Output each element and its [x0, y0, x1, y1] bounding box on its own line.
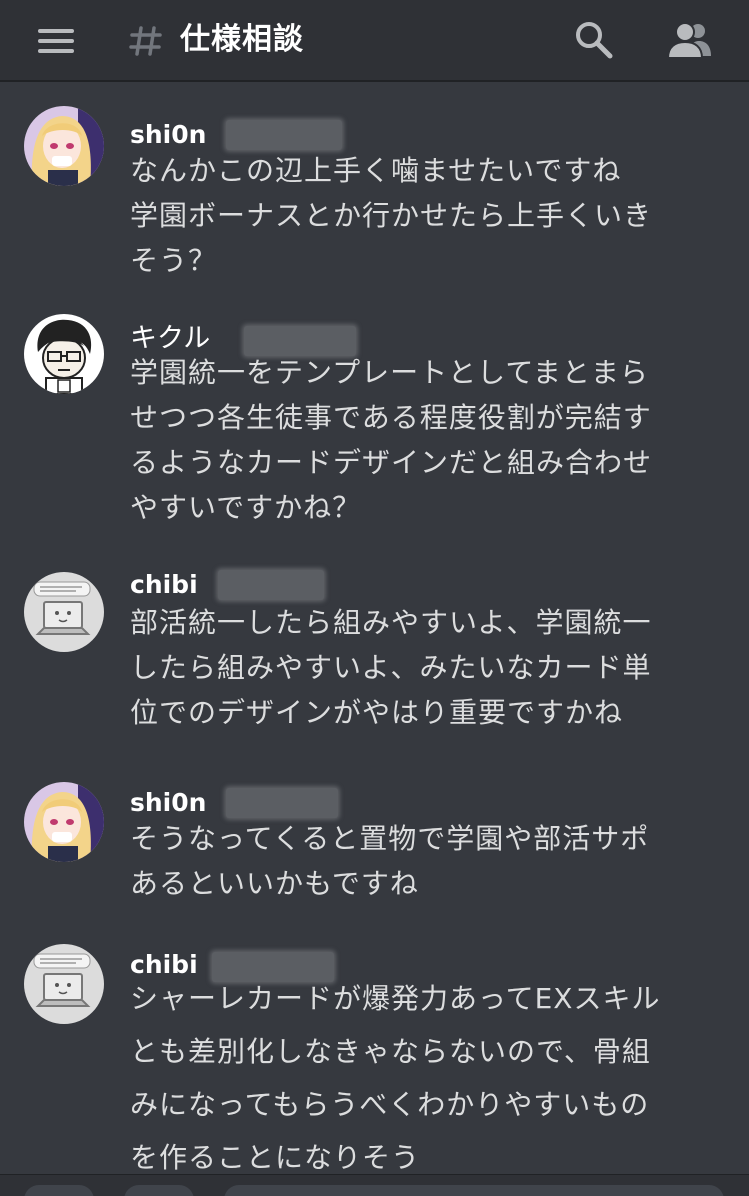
message-text: 学園統一をテンプレートとしてまとまら せつつ各生徒事である程度役割が完結す るよ…: [130, 350, 730, 530]
bottom-button[interactable]: [124, 1185, 194, 1196]
redacted-timestamp: [218, 570, 324, 600]
message-text: シャーレカードが爆発力あってEXスキル とも差別化しなきゃならないので、骨組 み…: [130, 972, 730, 1174]
message-line: を作ることになりそう: [130, 1141, 421, 1174]
message-list[interactable]: shi0n なんかこの辺上手く噛ませたいですね 学園ボーナスとか行かせたら上手く…: [0, 82, 749, 1174]
message-line: シャーレカードが爆発力あってEXスキル: [130, 982, 661, 1015]
message-line: 学園ボーナスとか行かせたら上手くいき: [130, 199, 653, 232]
hamburger-menu-icon[interactable]: [36, 26, 76, 56]
message-line: そう？: [130, 244, 218, 277]
message-username[interactable]: shi0n: [130, 786, 206, 820]
laptop-avatar[interactable]: [24, 944, 104, 1024]
channel-hash-icon: [129, 26, 162, 56]
message-line: とも差別化しなきゃならないので、骨組: [130, 1035, 651, 1068]
message-line: やすいですかね？: [130, 491, 362, 524]
channel-header: 仕様相談: [0, 0, 749, 82]
message-username[interactable]: chibi: [130, 568, 198, 602]
message-line: あるといいかもですね: [130, 867, 419, 900]
message-line: そうなってくると置物で学園や部活サポ: [130, 822, 650, 855]
anime-girl-avatar[interactable]: [24, 782, 104, 862]
message-line: 学園統一をテンプレートとしてまとまら: [130, 356, 649, 389]
message-line: せつつ各生徒事である程度役割が完結す: [130, 401, 652, 434]
message-text: なんかこの辺上手く噛ませたいですね 学園ボーナスとか行かせたら上手くいき そう？: [130, 148, 730, 283]
message-line: したら組みやすいよ、みたいなカード単: [130, 651, 652, 684]
bottom-button[interactable]: [24, 1185, 94, 1196]
members-icon[interactable]: [666, 20, 712, 60]
message-line: 部活統一したら組みやすいよ、学園統一: [130, 606, 652, 639]
message-line: なんかこの辺上手く噛ませたいですね: [130, 154, 622, 187]
message-line: るようなカードデザインだと組み合わせ: [130, 446, 653, 479]
redacted-timestamp: [226, 788, 338, 818]
laptop-avatar[interactable]: [24, 572, 104, 652]
message-line: 位でのデザインがやはり重要ですかね: [130, 696, 624, 729]
anime-girl-avatar[interactable]: [24, 106, 104, 186]
channel-title: 仕様相談: [180, 22, 304, 57]
chat-app: 仕様相談 shi0n なんかこの辺上手く噛ませたいですね 学園ボーナスとか行かせ…: [0, 0, 749, 1196]
cartoon-man-glasses-avatar[interactable]: [24, 314, 104, 394]
redacted-timestamp: [226, 120, 342, 150]
message-text: 部活統一したら組みやすいよ、学園統一 したら組みやすいよ、みたいなカード単 位で…: [130, 600, 730, 735]
message-username[interactable]: shi0n: [130, 118, 206, 152]
message-line: みになってもらうべくわかりやすいもの: [130, 1088, 650, 1121]
bottom-bar: [0, 1174, 749, 1196]
search-icon[interactable]: [574, 20, 614, 60]
message-input[interactable]: [224, 1185, 724, 1196]
message-text: そうなってくると置物で学園や部活サポ あるといいかもですね: [130, 816, 730, 906]
